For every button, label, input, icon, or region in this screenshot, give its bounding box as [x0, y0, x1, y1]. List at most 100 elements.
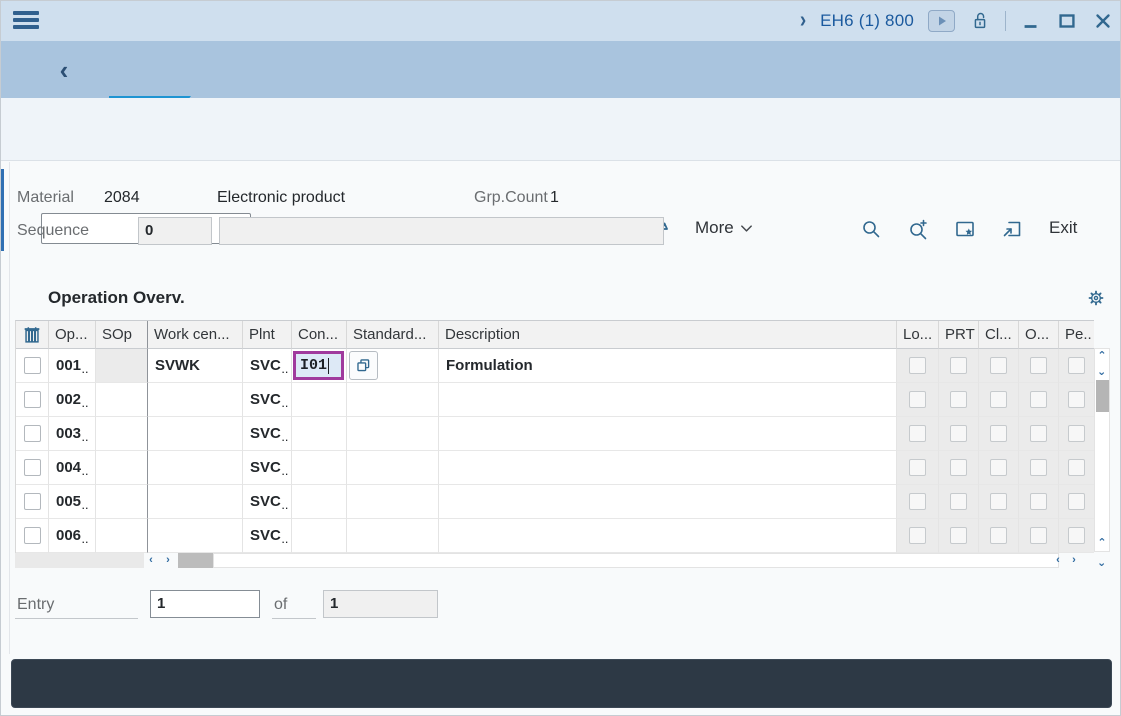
minimize-icon[interactable] — [1020, 10, 1042, 32]
cell-op[interactable]: 004.. — [49, 451, 96, 485]
search-icon[interactable] — [858, 216, 884, 242]
col-header-prt[interactable]: PRT — [939, 321, 979, 349]
cell-plant[interactable]: SVC.. — [243, 451, 292, 485]
cell-op[interactable]: 001.. — [49, 349, 96, 383]
col-header-work-center[interactable]: Work cen... — [148, 321, 243, 349]
table-settings-gear-icon[interactable] — [1086, 288, 1106, 308]
cell-plant[interactable]: SVC.. — [243, 383, 292, 417]
vertical-scroll-thumb[interactable] — [1096, 380, 1109, 412]
scroll-right-end-icon[interactable]: › — [1067, 554, 1081, 567]
cell-work-center[interactable] — [148, 417, 243, 451]
cell-description[interactable] — [439, 451, 897, 485]
entry-total-field[interactable]: 1 — [323, 590, 438, 618]
row-checkbox[interactable] — [24, 391, 41, 408]
cell-control-key[interactable] — [292, 519, 347, 553]
row-checkbox[interactable] — [24, 357, 41, 374]
menu-icon[interactable] — [13, 11, 39, 31]
cell-standard-text[interactable] — [347, 383, 439, 417]
scroll-left-end-icon[interactable]: ‹ — [1051, 554, 1065, 567]
prt-checkbox — [950, 425, 967, 442]
table-vertical-scrollbar[interactable]: ⌃ ⌃ ⌃ — [1094, 348, 1110, 552]
row-select-cell — [16, 383, 49, 417]
cell-plant[interactable]: SVC.. — [243, 519, 292, 553]
search-plus-icon[interactable] — [905, 216, 931, 242]
scroll-down-icon[interactable]: ⌃ — [1095, 363, 1109, 376]
select-all-header[interactable] — [16, 321, 49, 349]
col-header-sop[interactable]: SOp — [96, 321, 148, 349]
cell-sop[interactable] — [96, 417, 148, 451]
cell-op[interactable]: 003.. — [49, 417, 96, 451]
cell-standard-text[interactable] — [347, 451, 439, 485]
col-header-lo[interactable]: Lo... — [897, 321, 939, 349]
text-cursor — [328, 358, 329, 374]
new-window-icon[interactable] — [999, 216, 1025, 242]
cell-control-key[interactable] — [292, 383, 347, 417]
col-header-op[interactable]: Op... — [49, 321, 96, 349]
cell-description[interactable] — [439, 383, 897, 417]
col-header-o[interactable]: O... — [1019, 321, 1059, 349]
row-checkbox[interactable] — [24, 527, 41, 544]
scroll-page-up-icon[interactable]: ⌃ — [1095, 537, 1109, 550]
scroll-page-down-icon[interactable]: ⌃ — [1095, 554, 1109, 567]
scroll-right-icon[interactable]: › — [161, 554, 175, 567]
col-header-pe[interactable]: Pe.. — [1059, 321, 1094, 349]
cell-op[interactable]: 005.. — [49, 485, 96, 519]
gui-scripting-icon[interactable] — [928, 10, 955, 32]
horizontal-track[interactable] — [213, 553, 1059, 568]
maximize-icon[interactable] — [1056, 10, 1078, 32]
cell-description[interactable] — [439, 485, 897, 519]
cell-plant[interactable]: SVC.. — [243, 485, 292, 519]
title-bar: ‹ SAP Change Routing: Operation Overview — [1, 41, 1120, 98]
cell-sop[interactable] — [96, 383, 148, 417]
cell-op[interactable]: 006.. — [49, 519, 96, 553]
col-header-description[interactable]: Description — [439, 321, 897, 349]
cell-sop[interactable] — [96, 349, 148, 383]
control-key-input[interactable]: I01 — [293, 351, 344, 380]
session-chevron-icon[interactable]: › — [800, 8, 806, 34]
cell-control-key[interactable] — [292, 485, 347, 519]
row-checkbox[interactable] — [24, 493, 41, 510]
close-icon[interactable] — [1092, 10, 1114, 32]
truncation-marker: .. — [282, 433, 289, 450]
entry-field[interactable]: 1 — [150, 590, 260, 618]
cell-plant[interactable]: SVC.. — [243, 417, 292, 451]
cell-work-center[interactable] — [148, 519, 243, 553]
cell-pe — [1059, 485, 1094, 519]
unlocked-icon[interactable] — [969, 10, 991, 32]
more-menu[interactable]: More — [695, 218, 754, 238]
cell-description[interactable]: Formulation — [439, 349, 897, 383]
col-header-control[interactable]: Con... — [292, 321, 347, 349]
col-header-plant[interactable]: Plnt — [243, 321, 292, 349]
scroll-up-icon[interactable]: ⌃ — [1095, 350, 1109, 363]
col-header-cl[interactable]: Cl... — [979, 321, 1019, 349]
plant-value: SVC — [250, 459, 281, 476]
cell-standard-text[interactable] — [347, 417, 439, 451]
cell-sop[interactable] — [96, 451, 148, 485]
col-header-standard[interactable]: Standard... — [347, 321, 439, 349]
cell-description[interactable] — [439, 417, 897, 451]
scroll-left-icon[interactable]: ‹ — [144, 554, 158, 567]
cell-description[interactable] — [439, 519, 897, 553]
sequence-text-field[interactable] — [219, 217, 664, 245]
cell-plant[interactable]: SVC.. — [243, 349, 292, 383]
copy-value-button[interactable] — [349, 351, 378, 380]
row-checkbox[interactable] — [24, 459, 41, 476]
cell-sop[interactable] — [96, 485, 148, 519]
cell-standard-text[interactable] — [347, 519, 439, 553]
cell-sop[interactable] — [96, 519, 148, 553]
cell-work-center[interactable] — [148, 485, 243, 519]
horizontal-scroll-thumb[interactable] — [178, 553, 213, 568]
cell-control-key[interactable] — [292, 451, 347, 485]
cell-work-center[interactable] — [148, 383, 243, 417]
back-icon[interactable]: ‹ — [51, 55, 77, 85]
favorites-window-icon[interactable] — [952, 216, 978, 242]
cell-standard-text[interactable] — [347, 485, 439, 519]
cell-work-center[interactable] — [148, 451, 243, 485]
row-checkbox[interactable] — [24, 425, 41, 442]
pe-checkbox — [1068, 493, 1085, 510]
cell-op[interactable]: 002.. — [49, 383, 96, 417]
cell-work-center[interactable]: SVWK — [148, 349, 243, 383]
cell-control-key[interactable] — [292, 417, 347, 451]
sequence-field[interactable]: 0 — [138, 217, 212, 245]
exit-button[interactable]: Exit — [1049, 218, 1077, 238]
